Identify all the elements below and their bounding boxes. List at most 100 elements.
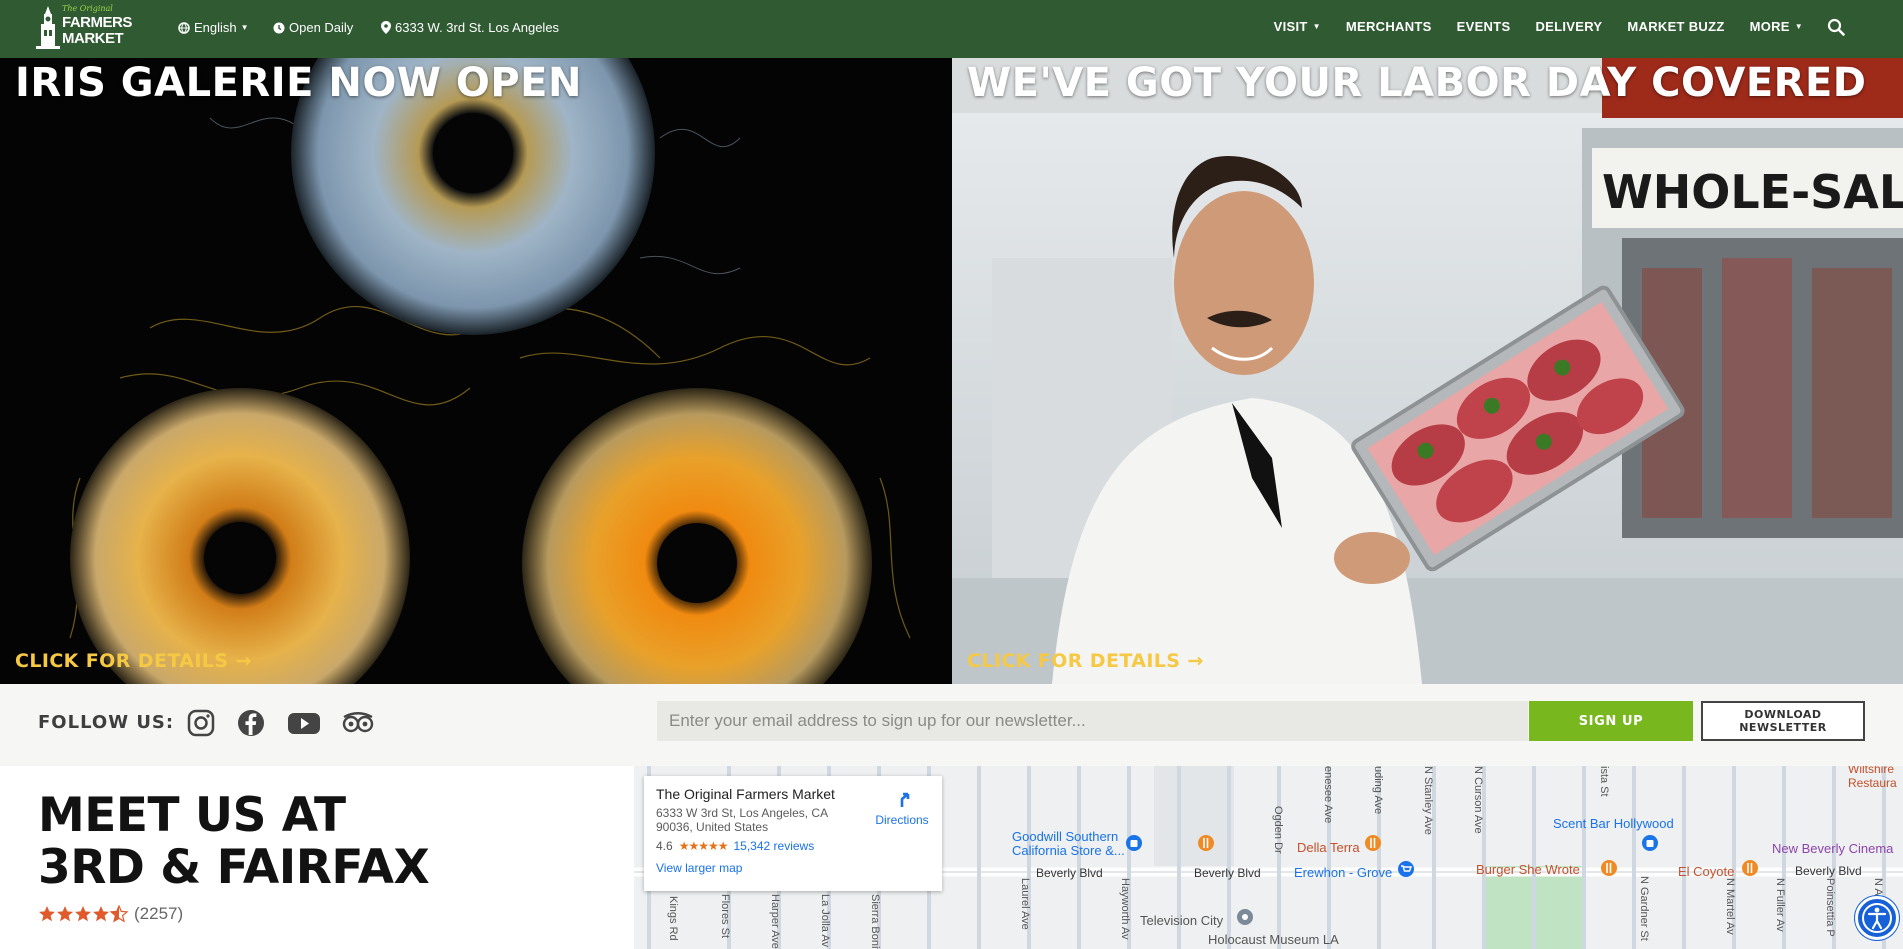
hours-info[interactable]: Open Daily [273,20,353,35]
map-place-della-terra[interactable]: Della Terra [1297,840,1360,855]
map-street-vista: ista St [1598,766,1610,797]
map-place-burger-she-wrote[interactable]: Burger She Wrote [1476,862,1580,877]
language-selector[interactable]: English ▼ [178,20,249,35]
map-place-wiltshire-line1: Wiltshire [1848,766,1895,776]
download-newsletter-button[interactable]: DOWNLOAD NEWSLETTER [1701,701,1865,741]
meet-us-heading: MEET US AT 3RD & FAIRFAX [38,788,430,895]
restaurant-pin-icon[interactable] [1600,859,1618,877]
meet-line-2: 3RD & FAIRFAX [38,840,430,895]
search-icon[interactable] [1827,18,1845,36]
nav-delivery-label: DELIVERY [1535,19,1603,34]
map-place-el-coyote[interactable]: El Coyote [1678,864,1734,879]
map-card-address: 6333 W 3rd St, Los Angeles, CA 90036, Un… [656,806,836,834]
main-nav: VISIT ▼ MERCHANTS EVENTS DELIVERY MARKET … [1274,19,1803,34]
facebook-icon[interactable] [236,708,266,738]
map-pin-icon [381,21,391,34]
download-line-2: NEWSLETTER [1739,721,1827,734]
shopping-pin-icon[interactable] [1125,834,1143,852]
map-place-holocaust-museum[interactable]: Holocaust Museum LA [1208,932,1339,947]
hero-right-title: WE'VE GOT YOUR LABOR DAY COVERED [967,60,1867,106]
nav-events[interactable]: EVENTS [1457,19,1511,34]
language-label: English [194,20,237,35]
map-place-wiltshire-line2: Restaura [1848,776,1897,790]
download-line-1: DOWNLOAD [1744,708,1822,721]
map-card-address-line1: 6333 W 3rd St, Los Angeles, CA [656,806,829,820]
clock-tower-icon [36,6,60,49]
sign-up-button[interactable]: SIGN UP [1529,701,1693,741]
map-place-card: The Original Farmers Market 6333 W 3rd S… [644,776,942,891]
hero-labor-day[interactable]: WHOLE-SALE WE'VE GOT YOUR [952,58,1903,684]
map-street-stanley: N Stanley Ave [1422,766,1434,835]
accessibility-button[interactable] [1855,896,1899,940]
chevron-down-icon: ▼ [1794,22,1803,31]
map-place-goodwill-line1: Goodwill Southern [1012,829,1119,844]
map-card-reviews-link[interactable]: 15,342 reviews [733,839,814,853]
map-street-curson: N Curson Ave [1472,766,1484,834]
nav-visit[interactable]: VISIT ▼ [1274,19,1321,34]
wholesale-sign-text: WHOLE-SALE [1602,165,1903,219]
tripadvisor-icon[interactable] [341,708,375,738]
instagram-icon[interactable] [186,708,216,738]
shopping-pin-icon[interactable] [1641,834,1659,852]
nav-more[interactable]: MORE ▼ [1750,19,1803,34]
iris-eyes-image [0,58,952,684]
map-place-television-city[interactable]: Television City [1140,913,1223,928]
hero-right-cta[interactable]: CLICK FOR DETAILS → [967,650,1204,672]
map-street-ogden: Ogden Dr [1272,806,1284,854]
nav-delivery[interactable]: DELIVERY [1535,19,1602,34]
directions-label: Directions [875,813,929,827]
newsletter-email-input[interactable] [657,701,1528,741]
nav-more-label: MORE [1749,19,1790,34]
address-info[interactable]: 6333 W. 3rd St. Los Angeles [381,20,559,35]
restaurant-pin-icon[interactable] [1741,859,1759,877]
hero-left-cta[interactable]: CLICK FOR DETAILS → [15,650,252,672]
google-map[interactable]: Goodwill Southern California Store &... … [634,766,1903,949]
farmers-market-logo[interactable]: The Original FARMERS MARKET [36,4,132,52]
restaurant-pin-icon[interactable] [1197,834,1215,852]
nav-merchants[interactable]: MERCHANTS [1346,19,1432,34]
view-larger-map-link[interactable]: View larger map [656,861,930,875]
follow-newsletter-bar: FOLLOW US: SIGN UP DOWNLOAD NEWSLETTER [0,684,1903,766]
map-place-erewhon[interactable]: Erewhon - Grove [1294,865,1392,880]
chevron-down-icon: ▼ [1312,22,1321,31]
landmark-pin-icon[interactable] [1236,908,1254,926]
map-card-rating: 4.6 ★★★★★ 15,342 reviews [656,839,930,853]
map-street-harper: Harper Ave [769,894,781,949]
logo-small-text: The Original [62,4,113,13]
nav-events-label: EVENTS [1456,19,1511,34]
directions-button[interactable]: Directions [872,788,932,827]
top-navigation-bar: The Original FARMERS MARKET English ▼ Op… [0,0,1903,58]
map-place-goodwill[interactable]: Goodwill Southern California Store &... [1012,830,1125,858]
nav-market-buzz[interactable]: MARKET BUZZ [1627,19,1724,34]
restaurant-pin-icon[interactable] [1364,834,1382,852]
rating-stars-icon [39,905,128,922]
butcher-photo: WHOLE-SALE [952,58,1903,684]
map-place-scent-bar[interactable]: Scent Bar Hollywood [1553,816,1674,831]
meet-line-1: MEET US AT [38,788,346,843]
nav-visit-label: VISIT [1273,19,1308,34]
map-street-flores: Flores St [719,894,731,939]
map-street-spaulding: uding Ave [1372,766,1384,815]
map-place-wiltshire[interactable]: Wiltshire Restaura [1848,766,1897,790]
nav-market-buzz-label: MARKET BUZZ [1627,19,1725,34]
youtube-icon[interactable] [287,708,321,738]
logo-line-2: MARKET [62,30,124,47]
map-street-beverly-3: Beverly Blvd [1795,864,1862,878]
map-place-new-beverly-cinema[interactable]: New Beverly Cinema [1772,841,1893,856]
nav-merchants-label: MERCHANTS [1345,19,1432,34]
hours-label: Open Daily [289,20,354,35]
map-street-beverly-1: Beverly Blvd [1036,866,1103,880]
hero-iris-galerie[interactable]: IRIS GALERIE NOW OPEN CLICK FOR DETAILS … [0,58,952,684]
map-street-gardner: N Gardner St [1638,876,1650,941]
clock-icon [273,22,285,33]
map-street-kings: Kings Rd [667,896,679,941]
globe-icon [178,21,190,34]
logo-main-text: FARMERS MARKET [62,15,132,47]
map-street-martel: N Martel Av [1724,878,1736,935]
shopping-cart-pin-icon[interactable] [1397,860,1415,878]
map-street-sierra: Sierra Bonita [869,894,881,949]
accessibility-icon [1862,903,1892,933]
directions-icon [900,792,910,807]
chevron-down-icon: ▼ [240,23,249,32]
hero-left-title: IRIS GALERIE NOW OPEN [15,60,582,106]
